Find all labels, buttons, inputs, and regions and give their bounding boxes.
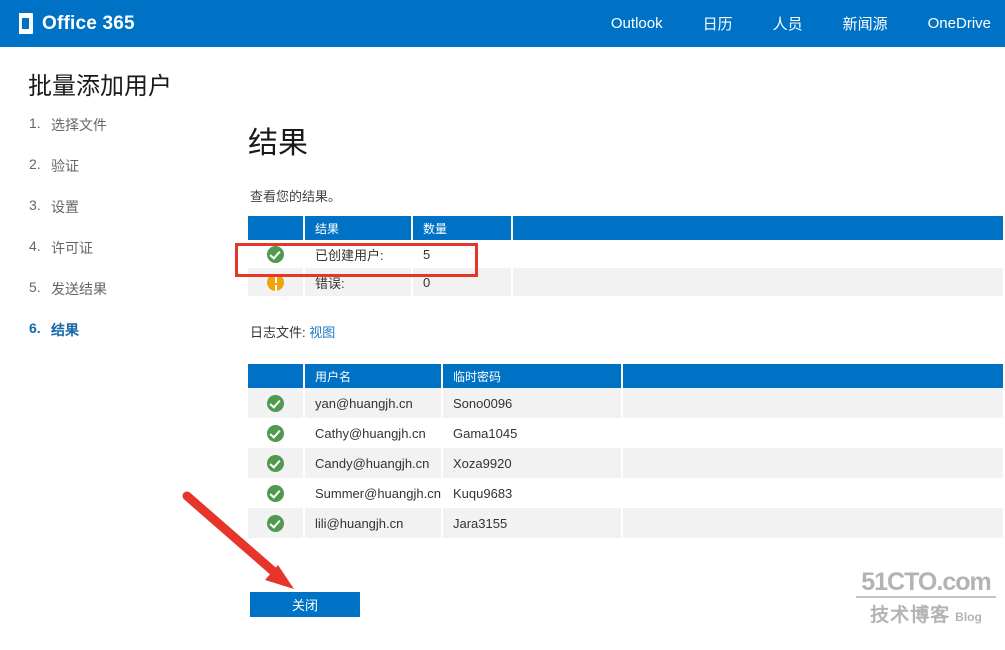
summary-filler-cell	[512, 268, 1004, 296]
summary-count-cell: 0	[412, 268, 512, 296]
user-filler-cell	[622, 448, 1004, 478]
user-filler-cell	[622, 508, 1004, 538]
success-check-icon	[267, 485, 284, 502]
user-password-cell: Jara3155	[442, 508, 622, 538]
table-row: Candy@huangjh.cn Xoza9920	[248, 448, 1004, 478]
nav-item-onedrive[interactable]: OneDrive	[928, 15, 991, 32]
users-header-password: 临时密码	[442, 364, 622, 388]
step-item-select-file[interactable]: 1. 选择文件	[29, 115, 219, 135]
table-header-row: 用户名 临时密码	[248, 364, 1004, 388]
brand-area[interactable]: Office 365	[0, 13, 135, 35]
success-check-icon	[267, 425, 284, 442]
user-status-cell	[248, 478, 304, 508]
step-label: 发送结果	[51, 279, 107, 299]
nav-item-people[interactable]: 人员	[773, 13, 803, 34]
user-password-cell: Gama1045	[442, 418, 622, 448]
step-number: 1.	[29, 115, 51, 135]
results-subtitle: 查看您的结果。	[250, 186, 341, 205]
step-label: 验证	[51, 156, 79, 176]
user-filler-cell	[622, 418, 1004, 448]
step-number: 4.	[29, 238, 51, 258]
success-check-icon	[267, 515, 284, 532]
log-file-label: 日志文件:	[250, 325, 306, 340]
table-row: Cathy@huangjh.cn Gama1045	[248, 418, 1004, 448]
table-row: Summer@huangjh.cn Kuqu9683	[248, 478, 1004, 508]
watermark-subtitle: 技术博客	[870, 600, 950, 627]
table-row: lili@huangjh.cn Jara3155	[248, 508, 1004, 538]
summary-header-count: 数量	[412, 216, 512, 240]
user-status-cell	[248, 508, 304, 538]
user-filler-cell	[622, 388, 1004, 418]
table-row: 错误: 0	[248, 268, 1004, 296]
nav-item-newsfeed[interactable]: 新闻源	[843, 13, 888, 34]
step-number: 2.	[29, 156, 51, 176]
page-title: 批量添加用户	[28, 66, 172, 101]
user-password-cell: Xoza9920	[442, 448, 622, 478]
user-username-cell: lili@huangjh.cn	[304, 508, 442, 538]
user-status-cell	[248, 448, 304, 478]
step-number: 6.	[29, 320, 51, 340]
suite-bar: Office 365 Outlook 日历 人员 新闻源 OneDrive	[0, 0, 1005, 47]
table-header-row: 结果 数量	[248, 216, 1004, 240]
suite-nav: Outlook 日历 人员 新闻源 OneDrive	[611, 13, 1005, 34]
log-file-line: 日志文件: 视图	[250, 322, 335, 341]
summary-header-result: 结果	[304, 216, 412, 240]
warning-exclamation-icon	[267, 274, 284, 291]
brand-name: Office 365	[42, 13, 135, 35]
summary-header-icon	[248, 216, 304, 240]
users-header-icon	[248, 364, 304, 388]
wizard-steps: 1. 选择文件 2. 验证 3. 设置 4. 许可证 5. 发送结果 6. 结果	[29, 115, 219, 361]
step-label: 选择文件	[51, 115, 107, 135]
step-number: 3.	[29, 197, 51, 217]
step-number: 5.	[29, 279, 51, 299]
summary-status-cell	[248, 240, 304, 268]
user-username-cell: Candy@huangjh.cn	[304, 448, 442, 478]
summary-filler-cell	[512, 240, 1004, 268]
step-item-results[interactable]: 6. 结果	[29, 320, 219, 340]
step-label: 设置	[51, 197, 79, 217]
nav-item-outlook[interactable]: Outlook	[611, 15, 663, 32]
summary-count-cell: 5	[412, 240, 512, 268]
step-item-settings[interactable]: 3. 设置	[29, 197, 219, 217]
table-row: yan@huangjh.cn Sono0096	[248, 388, 1004, 418]
user-filler-cell	[622, 478, 1004, 508]
user-username-cell: Summer@huangjh.cn	[304, 478, 442, 508]
step-label: 许可证	[51, 238, 93, 258]
table-row: 已创建用户: 5	[248, 240, 1004, 268]
user-status-cell	[248, 388, 304, 418]
log-file-view-link[interactable]: 视图	[309, 325, 335, 340]
user-status-cell	[248, 418, 304, 448]
step-item-license[interactable]: 4. 许可证	[29, 238, 219, 258]
watermark-blog-label: Blog	[955, 610, 982, 624]
close-button[interactable]: 关闭	[250, 592, 360, 617]
user-username-cell: yan@huangjh.cn	[304, 388, 442, 418]
summary-label-cell: 错误:	[304, 268, 412, 296]
summary-status-cell	[248, 268, 304, 296]
success-check-icon	[267, 455, 284, 472]
users-header-username: 用户名	[304, 364, 442, 388]
user-password-cell: Sono0096	[442, 388, 622, 418]
step-item-verify[interactable]: 2. 验证	[29, 156, 219, 176]
summary-table: 结果 数量 已创建用户: 5 错误: 0	[248, 216, 1005, 296]
summary-header-filler	[512, 216, 1004, 240]
success-check-icon	[267, 395, 284, 412]
users-table: 用户名 临时密码 yan@huangjh.cn Sono0096 Cathy@h…	[248, 364, 1005, 538]
step-item-send-results[interactable]: 5. 发送结果	[29, 279, 219, 299]
watermark-site: 51CTO.com	[856, 570, 996, 598]
success-check-icon	[267, 246, 284, 263]
results-heading: 结果	[248, 118, 308, 162]
user-username-cell: Cathy@huangjh.cn	[304, 418, 442, 448]
office-document-icon	[12, 13, 33, 34]
nav-item-calendar[interactable]: 日历	[703, 13, 733, 34]
watermark: 51CTO.com 技术博客 Blog	[856, 570, 996, 627]
user-password-cell: Kuqu9683	[442, 478, 622, 508]
step-label: 结果	[51, 320, 79, 340]
users-header-filler	[622, 364, 1004, 388]
summary-label-cell: 已创建用户:	[304, 240, 412, 268]
